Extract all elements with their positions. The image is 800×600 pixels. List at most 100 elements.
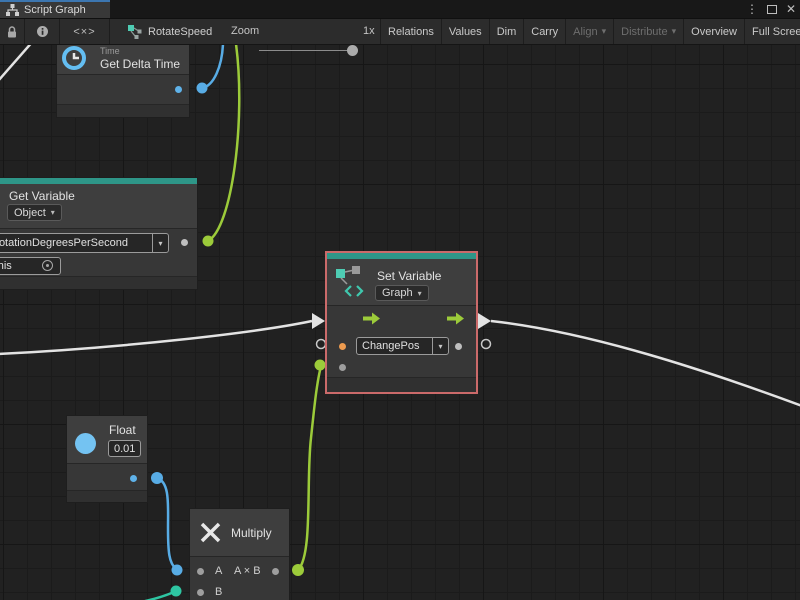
dim-button[interactable]: Dim [489,19,524,44]
variable-name-field[interactable]: RotationDegreesPerSecond ▾ [0,233,169,253]
variable-scope-dropdown[interactable]: Object ▾ [7,204,62,221]
port-bubble-right [482,340,491,349]
white-wire-topleft [0,45,34,81]
zoom-slider-track[interactable] [259,50,353,51]
graph-name: RotateSpeed [148,26,212,38]
float-output-endpoint [151,472,163,484]
lock-button[interactable] [0,19,25,44]
get-variable-body: RotationDegreesPerSecond ▾ This [0,228,197,277]
script-graph-window: Time Get Delta Time Get Variable Object … [0,0,800,600]
node-get-variable[interactable]: Get Variable Object ▾ RotationDegreesPer… [0,177,198,290]
control-out-arrow [478,313,491,329]
align-dropdown[interactable]: Align ▾ [565,19,613,44]
window-controls: ⋮ ✕ [746,0,796,18]
zoom-label: Zoom [231,25,259,37]
multiply-header: Multiply [190,509,289,556]
chevron-down-icon[interactable]: ▾ [432,338,448,354]
graph-variable-icon [334,266,366,298]
edit-graph-button[interactable]: <×> [60,19,110,44]
get-variable-wire-endpoint [203,236,214,247]
relations-button[interactable]: Relations [380,19,441,44]
object-wire [116,592,174,600]
chevron-down-icon: ▾ [672,26,677,37]
get-variable-header: Get Variable Object ▾ [0,184,197,228]
flow-out-port[interactable] [447,312,464,325]
node-title: Get Delta Time [100,57,180,71]
graph-toolbar: <×> RotateSpeed Zoom 1x Relations Values… [0,18,800,45]
variable-scope-dropdown[interactable]: Graph ▾ [375,285,429,301]
input-a-port[interactable] [197,568,204,575]
window-menu-icon[interactable]: ⋮ [746,0,758,18]
info-button[interactable] [25,19,60,44]
info-icon [36,25,49,38]
value-output-port[interactable] [455,343,462,350]
breadcrumb[interactable]: RotateSpeed [128,19,212,44]
button-label: Full Screen [752,26,800,38]
close-icon[interactable]: ✕ [786,0,796,18]
maximize-icon[interactable] [767,5,777,14]
get-delta-time-footer [57,104,189,117]
node-multiply[interactable]: Multiply A A × B B [189,508,290,600]
button-label: Distribute [621,26,667,38]
values-button[interactable]: Values [441,19,489,44]
tab-script-graph[interactable]: Script Graph [0,0,110,18]
set-variable-footer [327,377,476,392]
node-title: Multiply [231,526,272,540]
node-get-delta-time[interactable]: Time Get Delta Time [56,45,190,118]
variable-output-port[interactable] [181,239,188,246]
float-output-port[interactable] [130,475,137,482]
full-screen-button[interactable]: Full Screen [744,19,800,44]
toolbar-actions: Relations Values Dim Carry Align ▾ Distr… [380,19,800,44]
node-set-variable[interactable]: Set Variable Graph ▾ ChangePos [325,251,478,394]
flow-in-port[interactable] [363,312,380,325]
tab-bar: Script Graph ⋮ ✕ [0,0,800,18]
get-delta-time-header: Time Get Delta Time [57,45,189,74]
node-category: Time [100,46,120,56]
float-icon [75,433,96,454]
code-brackets-icon: <×> [73,26,95,38]
value-input-port[interactable] [339,364,346,371]
button-label: Overview [691,26,737,38]
get-variable-footer [0,276,197,289]
graph-grid: Time Get Delta Time Get Variable Object … [0,45,800,600]
variable-name-value: ChangePos [357,340,432,352]
float-value-field[interactable]: 0.01 [108,440,141,457]
chevron-down-icon: ▾ [51,208,55,217]
output-port[interactable] [272,568,279,575]
node-title: Float [109,423,136,437]
input-b-label: B [215,586,222,598]
zoom-slider-handle[interactable] [347,45,358,56]
multiply-icon [197,519,224,546]
set-variable-value-endpoint [315,360,326,371]
button-label: Dim [497,26,517,38]
variable-name-field[interactable]: ChangePos ▾ [356,337,449,355]
float-body [67,463,147,491]
zoom-value: 1x [363,25,375,37]
float-value: 0.01 [109,443,140,455]
carry-button[interactable]: Carry [523,19,565,44]
distribute-dropdown[interactable]: Distribute ▾ [613,19,683,44]
graph-hierarchy-icon [6,4,19,16]
input-b-port[interactable] [197,589,204,596]
variable-name-port[interactable] [339,343,346,350]
overview-button[interactable]: Overview [683,19,744,44]
multiply-a-endpoint [172,565,183,576]
node-title: Set Variable [377,269,441,283]
multiply-b-endpoint [171,586,182,597]
float-footer [67,490,147,502]
get-variable-wire [208,45,239,241]
multiply-output-wire [298,366,321,570]
output-label: A × B [234,565,261,577]
object-picker-icon[interactable] [42,260,53,271]
graph-canvas[interactable]: Time Get Delta Time Get Variable Object … [0,45,800,600]
graph-asset-icon [128,25,142,39]
delta-output-port[interactable] [175,86,182,93]
set-variable-header: Set Variable Graph ▾ [327,259,476,305]
float-wire [157,478,176,569]
control-wire-out [491,321,800,407]
multiply-output-endpoint [292,564,304,576]
set-variable-body: ChangePos ▾ [327,305,476,376]
chevron-down-icon: ▾ [418,289,422,298]
chevron-down-icon[interactable]: ▾ [152,234,168,252]
node-float[interactable]: Float 0.01 [66,415,148,503]
